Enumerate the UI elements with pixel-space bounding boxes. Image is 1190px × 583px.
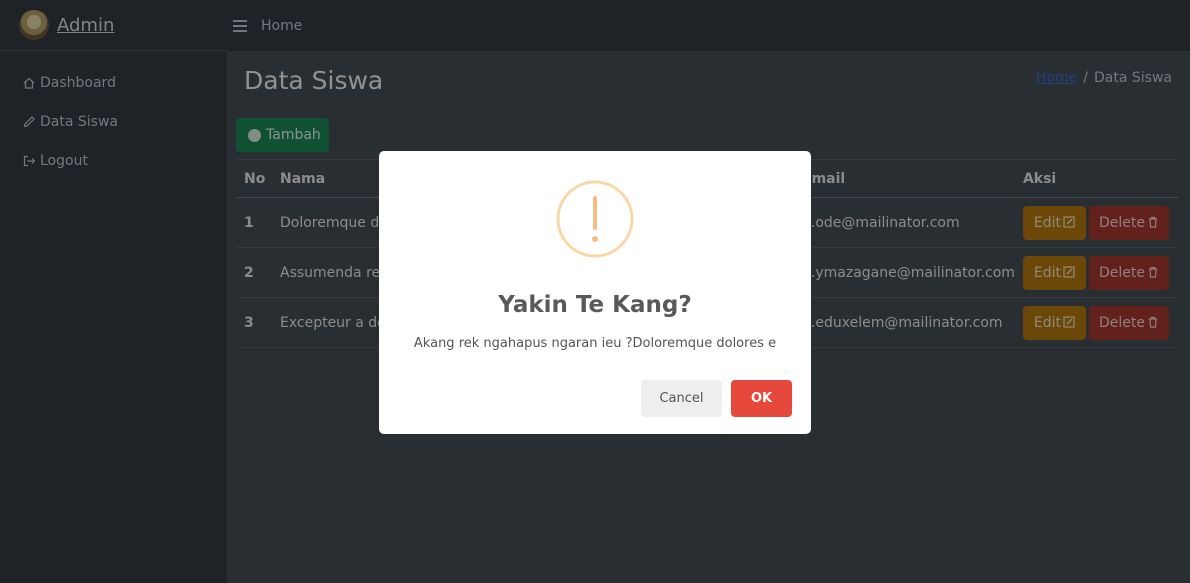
ok-button[interactable]: OK	[731, 380, 792, 417]
dialog-title: Yakin Te Kang?	[498, 292, 692, 318]
confirm-dialog: Yakin Te Kang? Akang rek ngahapus ngaran…	[379, 151, 811, 434]
dialog-message: Akang rek ngahapus ngaran ieu ?Doloremqu…	[413, 336, 777, 351]
warning-icon	[556, 180, 634, 258]
cancel-button[interactable]: Cancel	[641, 380, 722, 417]
